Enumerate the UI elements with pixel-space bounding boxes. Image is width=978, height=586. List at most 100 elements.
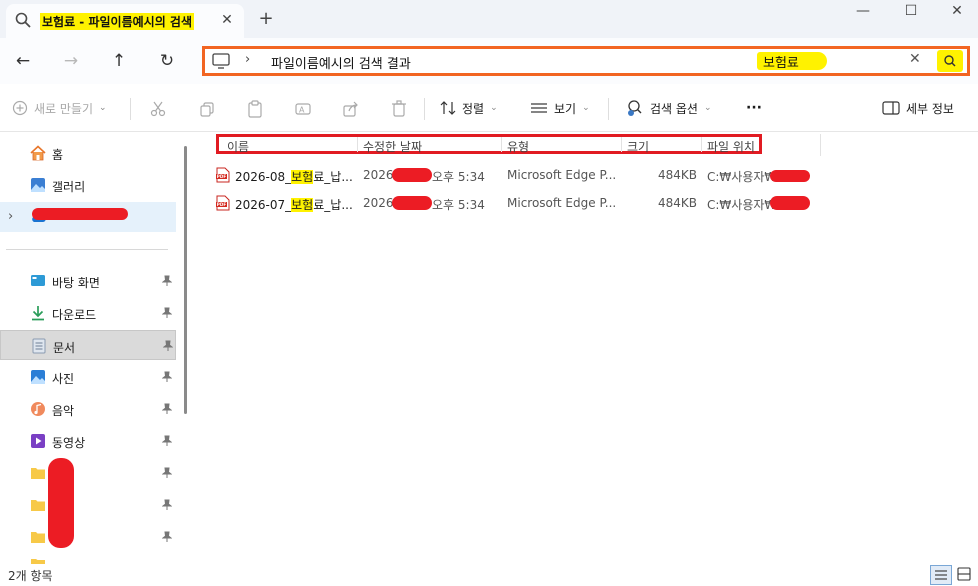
file-location: C:₩사용자₩ bbox=[707, 170, 777, 184]
maximize-button[interactable]: ☐ bbox=[888, 0, 934, 26]
search-match-highlight: 보험 bbox=[291, 198, 314, 212]
rename-icon[interactable]: A bbox=[295, 101, 311, 117]
redaction-mark bbox=[770, 196, 810, 210]
up-button[interactable]: ↑ bbox=[106, 48, 132, 74]
file-name-prefix: 2026-08_ bbox=[235, 170, 292, 184]
back-button[interactable]: ← bbox=[10, 48, 36, 74]
view-button[interactable]: 보기 ⌄ bbox=[530, 96, 590, 120]
window-close-button[interactable]: ✕ bbox=[934, 0, 978, 26]
details-pane-icon bbox=[882, 101, 900, 115]
tab-search-results[interactable]: 보험료 - 파일이름예시의 검색 ✕ bbox=[6, 4, 244, 38]
column-divider[interactable] bbox=[501, 137, 502, 152]
tab-close-button[interactable]: ✕ bbox=[218, 11, 236, 29]
sidebar-item-documents[interactable]: 문서 bbox=[0, 330, 176, 360]
computer-icon bbox=[212, 53, 230, 69]
redaction-mark bbox=[392, 196, 432, 210]
pictures-icon bbox=[31, 370, 45, 384]
tiles-view-icon bbox=[957, 567, 971, 581]
sidebar-item-pictures[interactable]: 사진 bbox=[0, 362, 176, 392]
address-bar[interactable]: › 파일이름예시의 검색 결과 보험료 ✕ bbox=[202, 46, 970, 76]
sidebar-item-music[interactable]: 음악 bbox=[0, 394, 176, 424]
file-list: 이름 수정한 날짜 유형 크기 파일 위치 PDF 2026-08_보험료_납.… bbox=[194, 132, 978, 564]
column-divider[interactable] bbox=[357, 137, 358, 152]
pin-icon[interactable] bbox=[162, 403, 172, 415]
tiles-view-button[interactable] bbox=[954, 565, 976, 585]
desktop-icon bbox=[31, 275, 45, 286]
expand-chevron-icon[interactable]: › bbox=[8, 209, 13, 224]
search-match-highlight: 보험 bbox=[291, 170, 314, 184]
sidebar-item-label: 문서 bbox=[53, 341, 76, 355]
chevron-down-icon: ⌄ bbox=[703, 103, 712, 113]
column-divider bbox=[820, 134, 821, 156]
search-input[interactable]: 보험료 bbox=[757, 52, 827, 71]
pin-icon[interactable] bbox=[162, 531, 172, 543]
sidebar-item-videos[interactable]: 동영상 bbox=[0, 426, 176, 456]
new-tab-button[interactable]: + bbox=[256, 9, 276, 29]
details-pane-button[interactable]: 세부 정보 bbox=[882, 96, 954, 120]
sidebar-item-downloads[interactable]: 다운로드 bbox=[0, 298, 176, 328]
copy-icon[interactable] bbox=[199, 101, 215, 117]
paste-icon[interactable] bbox=[247, 100, 263, 118]
sidebar-item-label: 사진 bbox=[52, 372, 75, 386]
sidebar-item-folder[interactable] bbox=[0, 458, 176, 488]
navigation-pane: 홈 갤러리 › 바탕 화면 다운로드 문서 사진 음악 동영상 bbox=[0, 132, 186, 564]
sidebar-divider bbox=[6, 249, 168, 250]
details-view-button[interactable] bbox=[930, 565, 952, 585]
search-icon bbox=[15, 12, 31, 28]
file-modified-time: 오후 5:34 bbox=[432, 198, 485, 212]
refresh-button[interactable]: ↻ bbox=[154, 48, 180, 74]
sidebar-item-home[interactable]: 홈 bbox=[0, 138, 176, 168]
table-row[interactable]: PDF 2026-07_보험료_납... 2026 오후 5:34 Micros… bbox=[212, 190, 818, 216]
forward-button[interactable]: → bbox=[58, 48, 84, 74]
sidebar-item-label: 동영상 bbox=[52, 436, 86, 450]
file-modified-date: 2026 bbox=[363, 168, 394, 182]
sidebar-item-label: 홈 bbox=[52, 148, 64, 162]
pdf-file-icon: PDF bbox=[216, 167, 230, 183]
sidebar-item-desktop[interactable]: 바탕 화면 bbox=[0, 266, 176, 296]
toolbar-divider bbox=[424, 98, 425, 120]
sidebar-scrollbar[interactable] bbox=[184, 146, 187, 414]
column-header-modified[interactable]: 수정한 날짜 bbox=[363, 138, 422, 155]
column-header-size[interactable]: 크기 bbox=[627, 138, 649, 155]
home-icon bbox=[30, 145, 46, 161]
pin-icon[interactable] bbox=[162, 371, 172, 383]
file-modified-time: 오후 5:34 bbox=[432, 170, 485, 184]
file-type: Microsoft Edge P... bbox=[507, 168, 617, 182]
pin-icon[interactable] bbox=[162, 467, 172, 479]
sidebar-item-gallery[interactable]: 갤러리 bbox=[0, 170, 176, 200]
redaction-mark bbox=[392, 168, 432, 182]
breadcrumb[interactable]: 파일이름예시의 검색 결과 bbox=[271, 53, 411, 72]
pin-icon[interactable] bbox=[162, 499, 172, 511]
column-header-type[interactable]: 유형 bbox=[507, 138, 529, 155]
pin-icon[interactable] bbox=[162, 275, 172, 287]
more-options-button[interactable]: ··· bbox=[746, 96, 762, 120]
table-row[interactable]: PDF 2026-08_보험료_납... 2026 오후 5:34 Micros… bbox=[212, 162, 818, 188]
column-divider[interactable] bbox=[701, 137, 702, 152]
search-options-button[interactable]: 검색 옵션 ⌄ bbox=[626, 96, 712, 120]
sidebar-item-folder[interactable] bbox=[0, 522, 176, 552]
column-divider[interactable] bbox=[621, 137, 622, 152]
videos-icon bbox=[31, 434, 45, 448]
svg-text:PDF: PDF bbox=[217, 202, 227, 207]
cut-icon[interactable] bbox=[150, 101, 166, 117]
tab-bar: 보험료 - 파일이름예시의 검색 ✕ + — ☐ ✕ bbox=[0, 0, 978, 38]
svg-text:PDF: PDF bbox=[217, 174, 227, 179]
pin-icon[interactable] bbox=[162, 435, 172, 447]
file-name-prefix: 2026-07_ bbox=[235, 198, 292, 212]
sidebar-item-folder[interactable] bbox=[0, 490, 176, 520]
new-button[interactable]: 새로 만들기 ⌄ bbox=[12, 96, 107, 120]
pin-icon[interactable] bbox=[163, 340, 173, 352]
sort-button[interactable]: 정렬 ⌄ bbox=[440, 96, 498, 120]
column-header-location[interactable]: 파일 위치 bbox=[707, 138, 755, 155]
clear-search-button[interactable]: ✕ bbox=[909, 51, 921, 67]
chevron-down-icon: ⌄ bbox=[490, 103, 498, 113]
search-options-icon bbox=[628, 100, 642, 116]
pin-icon[interactable] bbox=[162, 307, 172, 319]
share-icon[interactable] bbox=[343, 101, 359, 117]
search-button[interactable] bbox=[937, 50, 963, 72]
column-header-name[interactable]: 이름 bbox=[227, 138, 249, 155]
search-icon bbox=[944, 55, 956, 67]
sidebar-item-folder[interactable] bbox=[0, 552, 176, 564]
minimize-button[interactable]: — bbox=[840, 0, 886, 26]
delete-icon[interactable] bbox=[391, 100, 407, 118]
